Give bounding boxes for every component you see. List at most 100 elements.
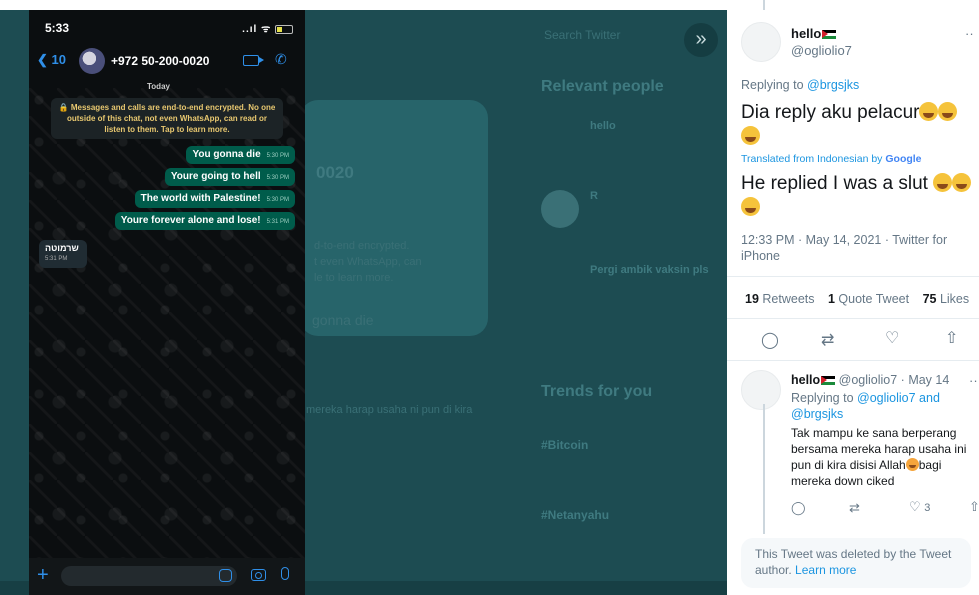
tweet-translation: He replied I was a slut xyxy=(741,172,977,220)
message-time: 5:31 PM xyxy=(45,256,68,262)
reply-text: Tak mampu ke sana berperang bersama mere… xyxy=(791,426,967,488)
background-tweet-fragment: mereka harap usaha ni pun di kira xyxy=(306,404,473,416)
wifi-icon: ᯤ xyxy=(261,24,275,35)
share-icon[interactable]: ⇧ xyxy=(945,328,958,348)
top-edge xyxy=(0,0,727,10)
divider xyxy=(727,318,979,319)
learn-more-link[interactable]: Learn more xyxy=(795,563,856,577)
like-icon[interactable]: ♡ xyxy=(885,328,899,348)
tweet-text: Dia reply aku pelacur xyxy=(741,101,977,149)
reply-header: hello @ogliolio7 · May 14 xyxy=(791,373,949,387)
phone-call-icon: ✆ xyxy=(275,51,287,67)
reply-like-count: 3 xyxy=(924,502,931,514)
background-person-name-3: Pergi ambik vaksin pls xyxy=(590,264,709,276)
rofl-emoji-icon xyxy=(938,102,958,121)
background-media-card xyxy=(300,100,488,336)
contact-avatar xyxy=(79,48,105,74)
rofl-emoji-icon xyxy=(741,126,760,145)
message-text: Youre forever alone and lose! xyxy=(120,215,261,226)
tweet-panel: hello @ogliolio7 ·· Replying to @brgsjks… xyxy=(727,0,979,595)
background-avatar xyxy=(541,190,579,228)
blush-emoji-icon xyxy=(905,458,919,471)
palestine-flag-icon xyxy=(821,376,836,386)
reply-reply-icon[interactable]: ◯ xyxy=(791,500,806,516)
divider xyxy=(727,360,979,361)
rofl-emoji-icon xyxy=(952,173,972,192)
message-time: 5:30 PM xyxy=(266,153,289,159)
background-card-message: gonna die xyxy=(312,312,374,328)
plus-icon: + xyxy=(37,564,49,586)
author-avatar[interactable] xyxy=(741,22,781,62)
likes-stat[interactable]: 75 Likes xyxy=(923,292,970,306)
reply-more-options-icon[interactable]: ·· xyxy=(969,373,978,388)
replying-to: Replying to @brgsjks xyxy=(741,78,860,92)
background-person-name-2: R xyxy=(590,190,598,202)
background-e2e-fragment: d-to-end encrypted. t even WhatsApp, can… xyxy=(314,240,422,284)
rofl-emoji-icon xyxy=(741,197,760,216)
message-time: 5:30 PM xyxy=(266,175,289,181)
message-text: שרמוטה xyxy=(45,243,79,253)
battery-icon xyxy=(275,24,293,34)
background-person-name: hello xyxy=(590,120,616,132)
message-time: 5:31 PM xyxy=(266,219,289,225)
phone-status-bar: 5:33 ..ıl ᯤ xyxy=(29,10,305,44)
message-text: You gonna die xyxy=(192,149,261,160)
contact-name: +972 50-200-0020 xyxy=(111,54,210,68)
tweet-stats: 19 Retweets 1 Quote Tweet 75 Likes xyxy=(745,292,969,306)
thread-line xyxy=(763,404,765,534)
outgoing-message: Youre forever alone and lose! 5:31 PM xyxy=(114,212,295,230)
video-call-icon xyxy=(243,55,264,66)
quotes-stat[interactable]: 1 Quote Tweet xyxy=(828,292,909,306)
date-chip: Today xyxy=(147,82,170,91)
message-field xyxy=(61,566,237,586)
thread-line-top xyxy=(763,0,765,10)
reply-handle-time[interactable]: @ogliolio7 · May 14 xyxy=(839,373,950,387)
background-trends: Trends for you xyxy=(541,383,653,400)
outgoing-message: You gonna die 5:30 PM xyxy=(186,146,295,164)
reply-author-avatar[interactable] xyxy=(741,370,781,410)
message-text: The world with Palestine! xyxy=(140,193,261,204)
tweet-timestamp[interactable]: 12:33 PM · May 14, 2021 · Twitter for iP… xyxy=(741,232,961,264)
message-time: 5:30 PM xyxy=(266,197,289,203)
background-trend-2: #Netanyahu xyxy=(541,508,610,522)
more-options-icon[interactable]: ·· xyxy=(965,26,974,41)
status-time: 5:33 xyxy=(45,21,70,35)
deleted-tweet-notice: This Tweet was deleted by the Tweet auth… xyxy=(741,538,971,588)
back-button: ❮ 10 xyxy=(37,52,66,67)
rofl-emoji-icon xyxy=(919,102,939,121)
rofl-emoji-icon xyxy=(933,173,953,192)
reply-like-icon[interactable]: ♡ 3 xyxy=(909,499,930,515)
background-search: Search Twitter xyxy=(544,28,621,42)
outgoing-message: Youre going to hell 5:30 PM xyxy=(164,168,295,186)
retweets-stat[interactable]: 19 Retweets xyxy=(745,292,815,306)
reply-icon[interactable]: ◯ xyxy=(761,330,779,350)
reply-author-name[interactable]: hello xyxy=(791,373,820,387)
signal-icon: ..ıl xyxy=(242,24,258,35)
palestine-flag-icon xyxy=(822,30,837,40)
outgoing-message: The world with Palestine! 5:30 PM xyxy=(134,190,295,208)
reply-retweet-icon[interactable]: ⇄ xyxy=(849,500,860,516)
encryption-notice: 🔒 Messages and calls are end-to-end encr… xyxy=(51,98,283,139)
message-input-bar: + xyxy=(29,558,305,595)
status-icons: ..ıl ᯤ xyxy=(242,21,293,35)
background-card-number: 0020 xyxy=(316,163,354,182)
google-logo: Google xyxy=(885,153,922,165)
reply-replying-to: Replying to @ogliolio7 and @brgsjks xyxy=(791,391,940,421)
retweet-icon[interactable]: ⇄ xyxy=(821,330,834,350)
translated-label[interactable]: Translated from Indonesian by Google xyxy=(741,153,922,165)
unread-count: 10 xyxy=(51,52,66,67)
author-handle[interactable]: @ogliolio7 xyxy=(791,43,852,58)
camera-icon xyxy=(251,569,266,581)
reply-share-icon[interactable]: ⇧ xyxy=(969,499,979,515)
incoming-message: שרמוטה 5:31 PM xyxy=(39,240,87,268)
microphone-icon xyxy=(281,567,289,580)
expand-icon[interactable]: » xyxy=(684,23,718,57)
message-text: Youre going to hell xyxy=(170,171,261,182)
author-name[interactable]: hello xyxy=(791,26,837,41)
chat-header: ❮ 10 +972 50-200-0020 ✆ xyxy=(29,44,305,80)
whatsapp-screenshot-image: 5:33 ..ıl ᯤ ❮ 10 +972 50-200-0020 ✆ Toda… xyxy=(29,10,305,595)
sticker-icon xyxy=(219,569,232,582)
replying-to-link[interactable]: @brgsjks xyxy=(807,78,859,92)
background-trend-1: #Bitcoin xyxy=(541,438,589,452)
background-relevant-people: Relevant people xyxy=(541,78,664,95)
